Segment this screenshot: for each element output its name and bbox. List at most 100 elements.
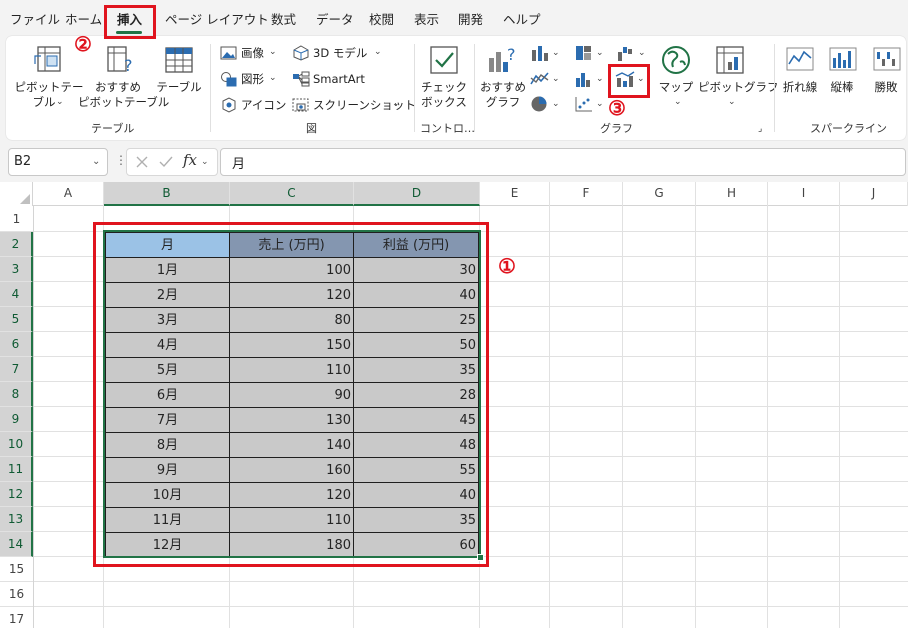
row-header-4[interactable]: 4 <box>0 282 33 307</box>
chevron-down-icon[interactable]: ⌄ <box>374 47 382 57</box>
tab-page-layout[interactable]: ページ レイアウト <box>165 9 269 28</box>
chevron-down-icon[interactable]: ⌄ <box>552 48 560 58</box>
row-header-15[interactable]: 15 <box>0 557 33 582</box>
table-label[interactable]: テーブル <box>154 80 204 94</box>
column-header-g[interactable]: G <box>623 182 696 206</box>
tab-data[interactable]: データ <box>316 9 354 28</box>
column-header-a[interactable]: A <box>33 182 104 206</box>
column-header-e[interactable]: E <box>480 182 550 206</box>
row-header-6[interactable]: 6 <box>0 332 33 357</box>
tab-help[interactable]: ヘルプ <box>503 9 541 28</box>
tab-view[interactable]: 表示 <box>414 9 439 28</box>
3d-model-label[interactable]: 3D モデル <box>313 46 367 60</box>
sparkline-line-label[interactable]: 折れ線 <box>778 80 822 94</box>
name-box-value: B2 <box>14 154 32 169</box>
sparkline-column-icon <box>829 47 857 71</box>
chevron-down-icon[interactable]: ⌄ <box>674 97 682 107</box>
pivot-chart-label[interactable]: ピボットグラフ <box>698 80 779 94</box>
smartart-icon <box>293 71 310 87</box>
group-divider <box>774 44 775 132</box>
chevron-down-icon[interactable]: ⌄ <box>638 48 646 58</box>
checkbox-label-1[interactable]: チェック <box>420 80 468 94</box>
row-header-2[interactable]: 2 <box>0 232 33 257</box>
icons-label[interactable]: アイコン <box>241 98 286 112</box>
row-header-16[interactable]: 16 <box>0 582 33 607</box>
recommended-charts-label-2[interactable]: グラフ <box>478 95 528 109</box>
group-divider <box>474 44 475 132</box>
row-header-13[interactable]: 13 <box>0 507 33 532</box>
sparklines-group-label: スパークライン <box>810 122 887 135</box>
pivot-table-label-1[interactable]: ピボットテー <box>14 80 84 94</box>
enter-icon[interactable] <box>158 154 174 170</box>
formula-input[interactable] <box>220 148 906 176</box>
chevron-down-icon[interactable]: ⌄ <box>728 97 736 107</box>
chevron-down-icon[interactable]: ⌄ <box>269 73 277 83</box>
sparkline-column-label[interactable]: 縦棒 <box>822 80 862 94</box>
waterfall-chart-icon[interactable] <box>616 44 636 62</box>
recommended-charts-label-1[interactable]: おすすめ <box>478 80 528 94</box>
tab-developer[interactable]: 開発 <box>458 9 483 28</box>
table-icon <box>165 47 193 73</box>
sparkline-winloss-label[interactable]: 勝敗 <box>866 80 906 94</box>
row-header-3[interactable]: 3 <box>0 257 33 282</box>
recommended-pivot-label-2[interactable]: ピボットテーブル <box>78 95 169 109</box>
chevron-down-icon[interactable]: ⌄ <box>596 74 604 84</box>
pivot-chart-icon <box>716 46 744 74</box>
tab-home[interactable]: ホーム <box>65 9 102 28</box>
pivot-table-icon <box>34 46 61 72</box>
column-header-h[interactable]: H <box>696 182 768 206</box>
chevron-down-icon[interactable]: ⌄ <box>392 99 400 109</box>
column-header-j[interactable]: J <box>840 182 908 206</box>
shapes-icon <box>221 72 237 87</box>
recommended-pivot-label-1[interactable]: おすすめ <box>90 80 146 94</box>
grid-row-line <box>33 581 908 582</box>
column-header-i[interactable]: I <box>768 182 840 206</box>
smartart-label[interactable]: SmartArt <box>313 72 365 86</box>
line-chart-icon[interactable] <box>530 70 550 88</box>
row-header-9[interactable]: 9 <box>0 407 33 432</box>
row-header-14[interactable]: 14 <box>0 532 33 557</box>
row-header-1[interactable]: 1 <box>0 207 33 232</box>
svg-text:?: ? <box>124 56 133 75</box>
map-label[interactable]: マップ <box>656 80 696 94</box>
checkbox-label-2[interactable]: ボックス <box>420 95 468 109</box>
statistic-chart-icon[interactable] <box>574 70 594 88</box>
tab-formulas[interactable]: 数式 <box>271 9 296 28</box>
chevron-down-icon[interactable]: ⌄ <box>552 99 560 109</box>
map-icon <box>662 46 690 74</box>
column-header-d[interactable]: D <box>354 182 480 206</box>
chevron-down-icon[interactable]: ⌄ <box>596 99 604 109</box>
column-header-f[interactable]: F <box>550 182 623 206</box>
column-header-c[interactable]: C <box>230 182 354 206</box>
shapes-label[interactable]: 図形 <box>241 72 264 86</box>
dialog-launcher-icon[interactable]: ⌟ <box>758 122 762 136</box>
chevron-down-icon[interactable]: ⌄ <box>596 48 604 58</box>
chevron-down-icon[interactable]: ⌄ <box>201 157 209 167</box>
image-label[interactable]: 画像 <box>241 46 264 60</box>
hierarchy-chart-icon[interactable] <box>574 44 594 62</box>
cancel-icon[interactable] <box>134 154 150 170</box>
tab-file[interactable]: ファイル <box>10 9 60 28</box>
chevron-down-icon[interactable]: ⌄ <box>269 47 277 57</box>
annotation-table-highlight <box>93 222 489 567</box>
tab-review[interactable]: 校閲 <box>369 9 394 28</box>
insert-function-button[interactable]: fx <box>183 151 197 169</box>
column-header-b[interactable]: B <box>104 182 230 206</box>
row-header-7[interactable]: 7 <box>0 357 33 382</box>
row-header-8[interactable]: 8 <box>0 382 33 407</box>
pivot-table-label-2[interactable]: ブル <box>14 95 74 109</box>
pie-chart-icon[interactable] <box>530 95 550 113</box>
grid-column-line <box>767 206 768 628</box>
chevron-down-icon[interactable]: ⌄ <box>92 156 100 167</box>
row-header-5[interactable]: 5 <box>0 307 33 332</box>
row-header-11[interactable]: 11 <box>0 457 33 482</box>
row-header-12[interactable]: 12 <box>0 482 33 507</box>
chevron-down-icon[interactable]: ⌄ <box>56 97 64 107</box>
group-divider <box>414 44 415 132</box>
screenshot-label[interactable]: スクリーンショット <box>313 98 416 112</box>
row-header-17[interactable]: 17 <box>0 607 33 628</box>
row-header-10[interactable]: 10 <box>0 432 33 457</box>
chevron-down-icon[interactable]: ⌄ <box>552 74 560 84</box>
column-chart-icon[interactable] <box>530 44 550 62</box>
scatter-chart-icon[interactable] <box>574 95 594 113</box>
